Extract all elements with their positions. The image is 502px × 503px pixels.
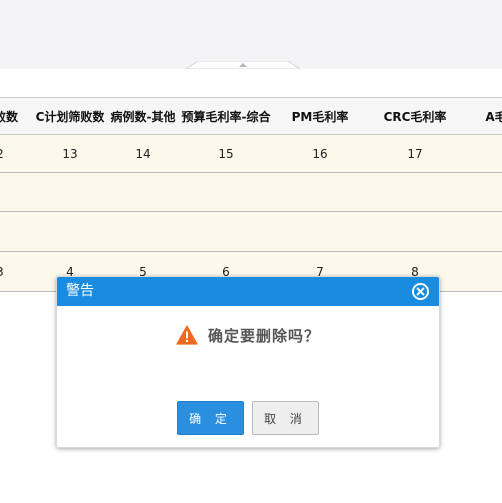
table-cell <box>0 173 40 211</box>
table-cell <box>462 252 502 291</box>
table-cell: 15 <box>218 146 234 161</box>
dialog-header[interactable]: 警告 <box>57 277 439 306</box>
dialog-title: 警告 <box>66 283 94 299</box>
collapse-toggle[interactable] <box>186 61 300 69</box>
grid-header-row: 筛败数 C计划筛败数 病例数-其他 预算毛利率-综合 PM毛利率 CRC毛利率 … <box>0 97 502 135</box>
table-cell <box>462 135 502 172</box>
table-cell: 16 <box>312 146 328 161</box>
table-cell: 14 <box>135 146 151 161</box>
column-header[interactable]: PM毛利率 <box>280 98 360 134</box>
confirm-dialog: 警告 确定要删除吗？ 确 定 取 消 <box>56 276 440 448</box>
table-cell: 17 <box>407 146 423 161</box>
cancel-button[interactable]: 取 消 <box>252 401 319 435</box>
warning-triangle-icon <box>176 325 198 345</box>
column-header[interactable]: A毛利 <box>462 98 502 134</box>
column-header[interactable]: 病例数-其他 <box>103 98 183 134</box>
dialog-message: 确定要删除吗？ <box>57 323 439 347</box>
confirm-button[interactable]: 确 定 <box>177 401 244 435</box>
table-row[interactable] <box>0 212 502 252</box>
chevron-up-icon <box>186 61 300 69</box>
table-cell: 13 <box>62 146 78 161</box>
column-header[interactable]: CRC毛利率 <box>375 98 455 134</box>
dialog-message-text: 确定要删除吗？ <box>207 326 320 345</box>
top-toolbar-area <box>0 0 502 69</box>
column-header[interactable]: C计划筛败数 <box>30 98 110 134</box>
table-cell <box>0 212 40 251</box>
table-row[interactable]: 2 13 14 15 16 17 <box>0 135 502 173</box>
table-row[interactable] <box>0 173 502 212</box>
column-header[interactable]: 预算毛利率-综合 <box>182 98 271 134</box>
close-icon[interactable] <box>411 282 430 301</box>
